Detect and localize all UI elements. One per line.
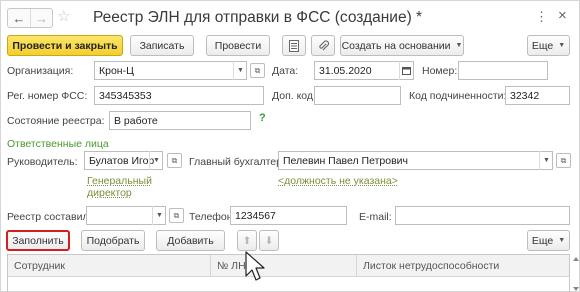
chief-accountant-field[interactable]: Пелевин Павел Петрович <box>278 151 553 170</box>
favorite-star-icon[interactable]: ☆ <box>57 7 70 25</box>
move-up-icon[interactable]: ⬆ <box>237 230 257 251</box>
organization-field[interactable]: Крон-Ц <box>94 61 247 80</box>
table-header: Сотрудник № ЛН Листок нетрудоспособности <box>8 255 569 277</box>
forward-arrow-icon[interactable]: → <box>30 9 52 27</box>
report-icon[interactable] <box>282 35 306 56</box>
chevron-down-icon[interactable]: ▼ <box>233 61 247 80</box>
phone-label: Телефон: <box>189 211 236 223</box>
accountant-position-link[interactable]: <должность не указана> <box>278 175 398 188</box>
create-based-on-label: Создать на основании <box>341 39 451 52</box>
navigation-buttons: ← → <box>7 8 53 28</box>
calendar-icon[interactable] <box>399 61 413 80</box>
chevron-down-icon[interactable]: ▼ <box>152 206 166 225</box>
organization-label: Организация: <box>7 65 74 77</box>
back-arrow-icon[interactable]: ← <box>8 9 30 27</box>
subordination-code-field[interactable]: 32342 <box>505 86 570 105</box>
employees-table[interactable]: Сотрудник № ЛН Листок нетрудоспособности <box>7 254 570 292</box>
dropdown-caret-icon: ▼ <box>455 42 463 49</box>
attachment-clip-icon[interactable] <box>311 35 335 56</box>
more-menu-icon[interactable]: ⋮ <box>535 9 548 25</box>
open-link-icon[interactable]: ⧉ <box>250 63 265 78</box>
mouse-cursor-icon <box>245 251 265 281</box>
responsible-section-title: Ответственные лица <box>7 138 109 150</box>
add-button[interactable]: Добавить <box>156 230 225 251</box>
email-label: E-mail: <box>359 211 392 223</box>
pick-button[interactable]: Подобрать <box>81 230 145 251</box>
more-button[interactable]: Еще ▼ <box>527 35 570 56</box>
date-label: Дата: <box>272 65 299 77</box>
open-link-icon[interactable]: ⧉ <box>169 208 184 223</box>
extra-code-field[interactable] <box>314 86 401 105</box>
column-employee[interactable]: Сотрудник <box>8 255 210 277</box>
reg-number-label: Рег. номер ФСС: <box>7 90 88 102</box>
move-down-icon[interactable]: ⬇ <box>259 230 279 251</box>
head-label: Руководитель: <box>7 156 78 168</box>
fill-button[interactable]: Заполнить <box>6 230 70 251</box>
post-and-close-button[interactable]: Провести и закрыть <box>7 35 123 56</box>
create-based-on-button[interactable]: Создать на основании ▼ <box>340 35 464 56</box>
email-field[interactable] <box>395 206 570 225</box>
number-label: Номер: <box>422 65 458 77</box>
head-position-link-line2[interactable]: директор <box>87 187 132 200</box>
reg-number-field[interactable]: 345345353 <box>94 86 264 105</box>
phone-field[interactable]: 1234567 <box>230 206 347 225</box>
number-field[interactable] <box>458 61 548 80</box>
chevron-down-icon[interactable]: ▼ <box>149 151 163 170</box>
write-button[interactable]: Записать <box>130 35 194 56</box>
dropdown-caret-icon: ▼ <box>558 237 566 244</box>
window-title: Реестр ЭЛН для отправки в ФСС (создание)… <box>93 9 423 26</box>
open-link-icon[interactable]: ⧉ <box>167 153 182 168</box>
dropdown-caret-icon: ▼ <box>558 42 566 49</box>
column-sick-leave-number[interactable]: № ЛН <box>210 255 356 277</box>
help-icon[interactable]: ? <box>259 112 266 124</box>
subordination-code-label: Код подчиненности: <box>409 90 507 102</box>
post-button[interactable]: Провести <box>206 35 270 56</box>
open-link-icon[interactable]: ⧉ <box>556 153 571 168</box>
scrollbar[interactable] <box>573 256 579 292</box>
extra-code-label: Доп. код: <box>272 90 316 102</box>
registry-state-label: Состояние реестра: <box>7 115 105 127</box>
more-label: Еще <box>531 39 554 52</box>
column-sick-leave[interactable]: Листок нетрудоспособности <box>356 255 571 277</box>
table-more-button[interactable]: Еще ▼ <box>527 230 570 251</box>
chief-accountant-label: Главный бухгалтер: <box>189 156 285 168</box>
chevron-down-icon[interactable]: ▼ <box>539 151 553 170</box>
registry-state-field: В работе <box>109 111 251 130</box>
close-icon[interactable]: × <box>558 7 567 24</box>
compiled-by-label: Реестр составил: <box>7 211 92 223</box>
form-window: ← → ☆ Реестр ЭЛН для отправки в ФСС (соз… <box>0 0 580 292</box>
table-more-label: Еще <box>531 234 554 247</box>
